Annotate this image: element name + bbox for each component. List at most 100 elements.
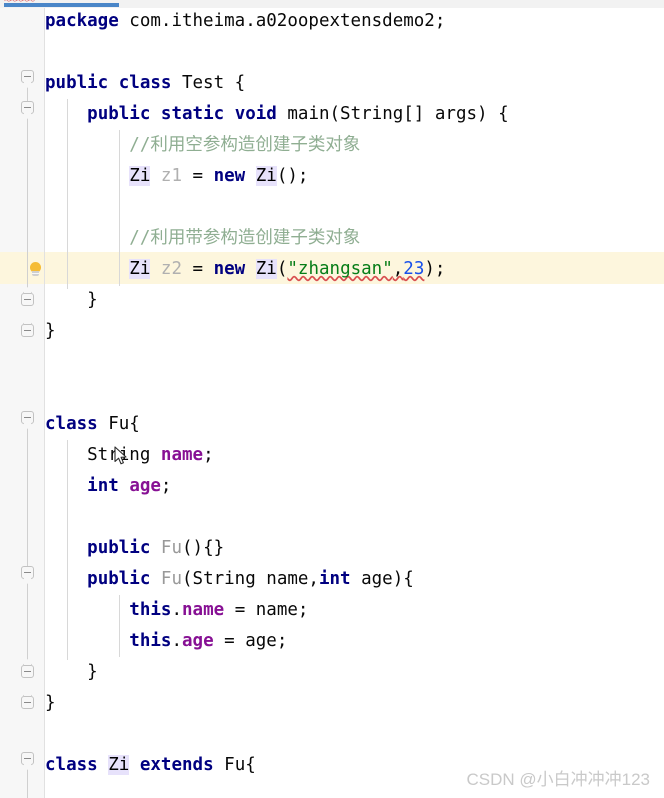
code-line[interactable]: this.name = name; — [45, 595, 308, 626]
code-token: Fu{ — [97, 414, 140, 434]
fold-end-marker-icon[interactable] — [21, 690, 36, 709]
code-token: = — [182, 166, 214, 186]
fold-collapse-marker-icon[interactable] — [21, 411, 36, 430]
code-token: public — [87, 569, 151, 589]
code-token: Test { — [171, 73, 246, 93]
code-token: . — [171, 600, 182, 620]
code-token: name — [160, 445, 204, 465]
fold-end-marker-icon[interactable] — [21, 318, 36, 337]
fold-region-line — [27, 579, 28, 665]
code-token: Zi — [129, 259, 151, 279]
code-token: "zhangsan" — [287, 259, 393, 279]
code-line[interactable]: Zi z2 = new Zi("zhangsan",23); — [45, 254, 445, 285]
code-token: extends — [139, 755, 214, 775]
code-line[interactable]: String name; — [45, 440, 214, 471]
code-token: this — [129, 631, 172, 651]
code-line[interactable]: } — [45, 688, 56, 719]
code-token: name — [182, 600, 225, 620]
code-token: } — [45, 662, 98, 682]
code-token: main(String[] args) { — [276, 104, 509, 124]
code-token: age — [129, 476, 161, 496]
fold-end-marker-icon[interactable] — [21, 287, 36, 306]
code-line[interactable]: class Zi extends Fu{ — [45, 750, 256, 781]
fold-collapse-marker-icon[interactable] — [21, 566, 36, 585]
code-token: z1 — [160, 166, 182, 186]
code-token: } — [45, 693, 56, 713]
fold-collapse-marker-icon[interactable] — [21, 101, 36, 120]
code-line[interactable]: } — [45, 657, 98, 688]
code-line[interactable]: public Fu(String name,int age){ — [45, 564, 414, 595]
code-token: Fu — [160, 538, 182, 558]
code-token: Fu — [160, 569, 182, 589]
code-token: = — [182, 259, 214, 279]
code-token: //利用带参构造创建子类对象 — [129, 228, 361, 248]
fold-collapse-marker-icon[interactable] — [21, 70, 36, 89]
code-line[interactable]: public static void main(String[] args) { — [45, 99, 509, 130]
code-token: void — [234, 104, 277, 124]
code-token: package — [45, 11, 119, 31]
code-token: //利用空参构造创建子类对象 — [129, 135, 361, 155]
code-token: ; — [160, 476, 172, 496]
code-token: , — [392, 259, 404, 279]
csdn-watermark: CSDN @小白冲冲冲123 — [466, 770, 650, 789]
code-line[interactable]: //利用空参构造创建子类对象 — [45, 130, 360, 161]
code-token: new — [213, 166, 246, 186]
code-token: . — [171, 631, 182, 651]
code-token: static — [160, 104, 225, 124]
code-token: public — [87, 538, 151, 558]
code-token: public — [87, 104, 151, 124]
code-token: = name; — [224, 600, 309, 620]
code-token: this — [129, 600, 172, 620]
code-line[interactable]: public class Test { — [45, 68, 245, 99]
code-token: ); — [424, 259, 446, 279]
code-token: ( — [276, 259, 288, 279]
code-token: Zi — [108, 755, 130, 775]
ide-editor-window: 〜〜〜〜〜 package com.itheima.a02oopextensde… — [0, 0, 664, 798]
lightbulb-icon[interactable] — [28, 262, 43, 278]
code-line[interactable]: Zi z1 = new Zi(); — [45, 161, 308, 192]
code-token: 23 — [403, 259, 425, 279]
editor-gutter[interactable] — [0, 8, 45, 798]
code-token: class — [45, 414, 98, 434]
code-token: Zi — [255, 166, 277, 186]
code-line[interactable]: public Fu(){} — [45, 533, 224, 564]
code-token: = age; — [213, 631, 288, 651]
code-token: class — [45, 755, 98, 775]
code-token: Zi — [255, 259, 277, 279]
code-line[interactable]: } — [45, 316, 56, 347]
code-line[interactable]: class Fu{ — [45, 409, 140, 440]
code-token: public — [45, 73, 109, 93]
fold-collapse-marker-icon[interactable] — [21, 752, 36, 771]
code-token: (){} — [182, 538, 225, 558]
code-token: z2 — [160, 259, 182, 279]
code-line[interactable]: } — [45, 285, 98, 316]
code-token: } — [45, 290, 98, 310]
code-line[interactable]: package com.itheima.a02oopextensdemo2; — [45, 6, 445, 37]
editor-code-area[interactable]: package com.itheima.a02oopextensdemo2; pu… — [45, 8, 664, 798]
code-token: ; — [203, 445, 214, 465]
code-token: class — [118, 73, 172, 93]
fold-end-marker-icon[interactable] — [21, 659, 36, 678]
code-token: com.itheima.a02oopextensdemo2; — [118, 11, 446, 31]
code-line[interactable]: //利用带参构造创建子类对象 — [45, 223, 360, 254]
code-line[interactable]: this.age = age; — [45, 626, 287, 657]
code-line[interactable]: int age; — [45, 471, 171, 502]
code-token: age — [182, 631, 214, 651]
code-token: int — [318, 569, 351, 589]
